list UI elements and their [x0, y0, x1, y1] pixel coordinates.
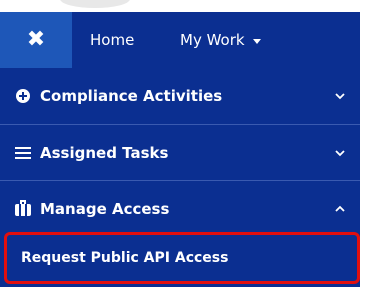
close-icon: ✖ — [26, 27, 46, 52]
nav-home-label: Home — [90, 31, 135, 49]
top-decoration — [60, 0, 130, 8]
chevron-down-icon — [335, 93, 345, 100]
submenu-item-request-public-api-access[interactable]: Request Public API Access — [4, 232, 360, 284]
submenu-item-label: Request Public API Access — [21, 250, 229, 266]
tasks-icon — [14, 144, 32, 162]
nav-home-link[interactable]: Home — [90, 12, 134, 68]
chevron-up-icon — [335, 205, 345, 212]
menu-item-compliance-activities[interactable]: Compliance Activities — [0, 68, 360, 124]
briefcase-icon — [14, 200, 32, 218]
right-edge — [360, 0, 365, 287]
menu-item-manage-access[interactable]: Manage Access — [0, 180, 360, 237]
close-menu-button[interactable]: ✖ — [0, 12, 72, 68]
plus-circle-icon — [14, 87, 32, 105]
menu-item-assigned-tasks[interactable]: Assigned Tasks — [0, 124, 360, 181]
menu-item-label: Compliance Activities — [40, 87, 223, 105]
top-strip — [0, 0, 365, 12]
menu-item-label: Manage Access — [40, 200, 170, 218]
menu-item-label: Assigned Tasks — [40, 144, 169, 162]
nav-mywork-dropdown[interactable]: My Work — [180, 12, 261, 68]
chevron-down-icon — [335, 150, 345, 157]
caret-down-icon — [252, 38, 261, 44]
top-navbar: ✖ Home My Work — [0, 12, 360, 68]
nav-mywork-label: My Work — [180, 31, 245, 49]
